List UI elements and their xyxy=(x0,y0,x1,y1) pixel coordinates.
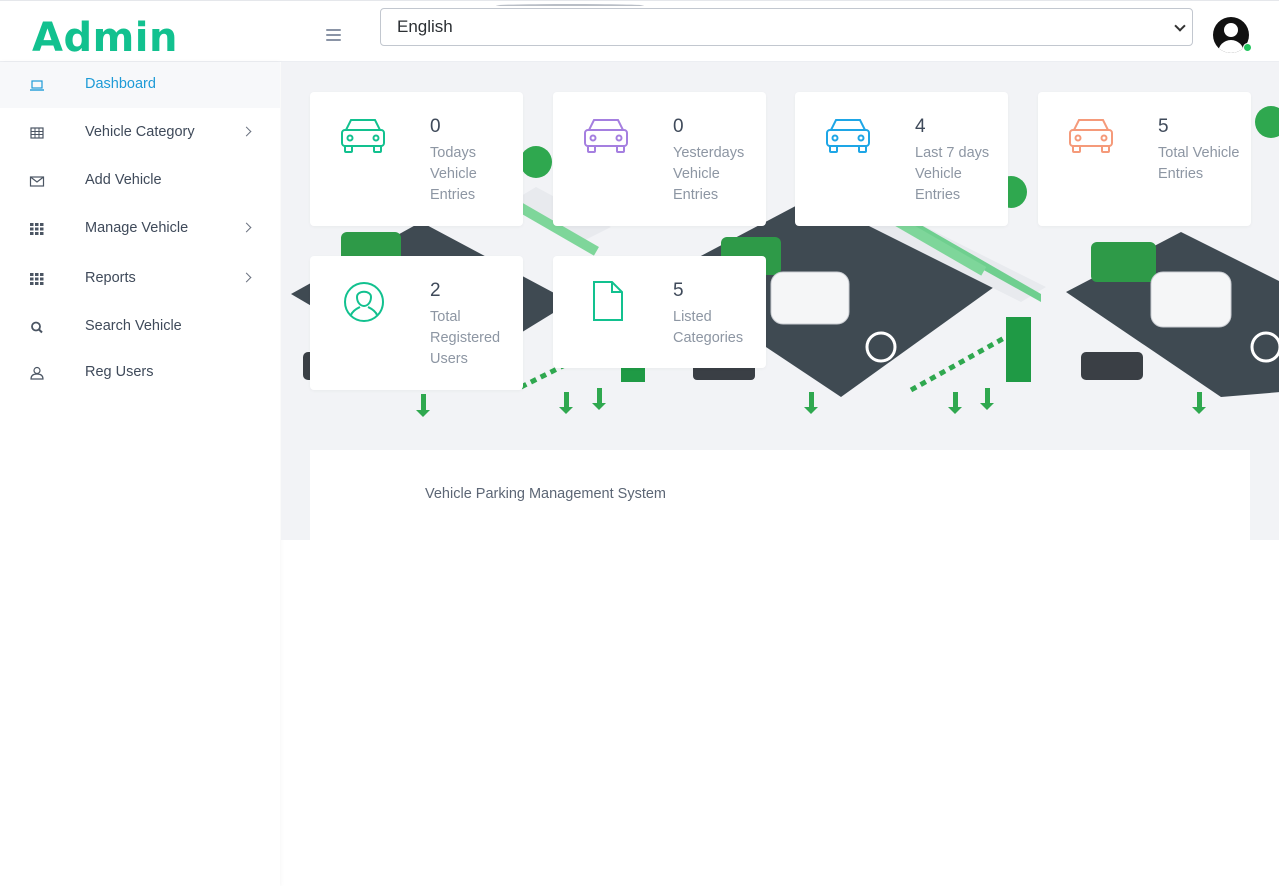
stat-card-listed-categories[interactable]: 5 Listed Categories xyxy=(553,256,766,368)
sidebar-item-label: Dashboard xyxy=(85,76,156,92)
stat-card-last-7-days-entries[interactable]: 4 Last 7 days Vehicle Entries xyxy=(795,92,1008,226)
sidebar-item-manage-vehicle[interactable]: Manage Vehicle xyxy=(0,206,280,252)
stat-label: Last 7 days Vehicle Entries xyxy=(915,145,990,203)
sidebar-item-label: Search Vehicle xyxy=(85,318,182,334)
sidebar-item-label: Manage Vehicle xyxy=(85,220,189,236)
sidebar-item-label: Vehicle Category xyxy=(85,124,195,140)
brand-logo[interactable]: Admin xyxy=(32,13,178,63)
stat-label: Total Registered Users xyxy=(430,309,501,367)
footer-panel: Vehicle Parking Management System xyxy=(310,450,1250,540)
sidebar-item-label: Reports xyxy=(85,270,136,286)
sidebar-item-reports[interactable]: Reports xyxy=(0,256,280,302)
sidebar: Dashboard Vehicle Category Add Vehicle M… xyxy=(0,62,280,886)
system-title-text: Vehicle Parking Management System xyxy=(425,486,666,502)
grid-icon xyxy=(30,273,44,285)
stat-label: Yesterdays Vehicle Entries xyxy=(673,145,745,203)
chevron-right-icon xyxy=(241,272,252,283)
stat-value: 4 xyxy=(915,116,926,137)
grid-icon xyxy=(30,223,44,235)
chevron-right-icon xyxy=(241,222,252,233)
stat-card-yesterdays-entries[interactable]: 0 Yesterdays Vehicle Entries xyxy=(553,92,766,226)
chevron-down-icon xyxy=(1174,20,1186,32)
stat-value: 0 xyxy=(430,116,441,137)
user-icon xyxy=(30,366,44,380)
stat-card-total-entries[interactable]: 5 Total Vehicle Entries xyxy=(1038,92,1251,226)
online-status-dot xyxy=(1243,43,1252,52)
sidebar-item-reg-users[interactable]: Reg Users xyxy=(0,350,280,396)
sidebar-item-add-vehicle[interactable]: Add Vehicle xyxy=(0,158,280,204)
stat-card-todays-entries[interactable]: 0 Todays Vehicle Entries xyxy=(310,92,523,226)
chevron-right-icon xyxy=(241,126,252,137)
stat-value: 2 xyxy=(430,280,441,301)
sidebar-item-dashboard[interactable]: Dashboard xyxy=(0,62,280,108)
stat-value: 5 xyxy=(673,280,684,301)
laptop-icon xyxy=(30,80,44,91)
stat-value: 0 xyxy=(673,116,684,137)
stat-label: Todays Vehicle Entries xyxy=(430,145,477,203)
car-icon xyxy=(1069,119,1113,153)
sidebar-item-vehicle-category[interactable]: Vehicle Category xyxy=(0,110,280,156)
sidebar-item-label: Add Vehicle xyxy=(85,172,162,188)
document-icon xyxy=(593,281,623,321)
search-icon xyxy=(31,321,43,334)
stat-value: 5 xyxy=(1158,116,1169,137)
stat-label: Total Vehicle Entries xyxy=(1158,145,1240,182)
stat-label: Listed Categories xyxy=(673,309,744,346)
user-circle-icon xyxy=(344,282,384,322)
sidebar-item-search-vehicle[interactable]: Search Vehicle xyxy=(0,304,280,350)
stat-card-registered-users[interactable]: 2 Total Registered Users xyxy=(310,256,523,390)
envelope-icon xyxy=(29,176,45,187)
table-icon xyxy=(30,127,44,139)
car-icon xyxy=(341,119,385,153)
car-icon xyxy=(826,119,870,153)
car-icon xyxy=(584,119,628,153)
menu-toggle-icon[interactable] xyxy=(326,29,341,41)
language-select[interactable]: English xyxy=(380,8,1193,46)
language-select-value: English xyxy=(397,17,453,36)
top-decor-line xyxy=(496,4,644,7)
sidebar-item-label: Reg Users xyxy=(85,364,154,380)
top-bar: Admin English xyxy=(0,0,1279,62)
